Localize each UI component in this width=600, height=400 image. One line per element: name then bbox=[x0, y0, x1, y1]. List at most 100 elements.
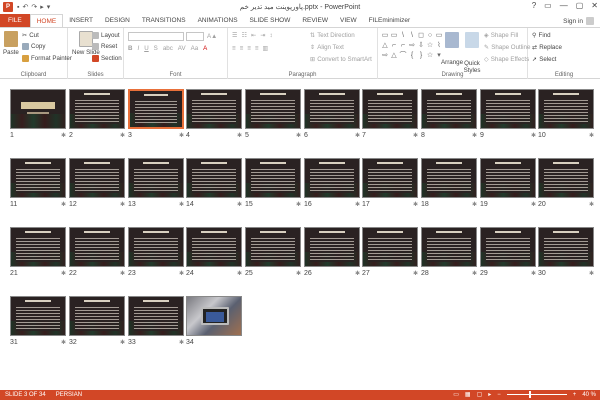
transition-star-icon[interactable]: ✱ bbox=[355, 270, 360, 277]
slide-preview[interactable] bbox=[186, 158, 242, 198]
shape-triangle-icon[interactable]: △ bbox=[381, 41, 389, 50]
transition-star-icon[interactable]: ✱ bbox=[531, 201, 536, 208]
slide-thumbnail[interactable]: 18 ✱ bbox=[421, 158, 477, 210]
replace-button[interactable]: ⇄ Replace bbox=[532, 44, 562, 51]
align-text-button[interactable]: ⇕ Align Text bbox=[310, 44, 344, 51]
shape-oval-icon[interactable]: ○ bbox=[426, 31, 434, 40]
shape-down-arrow-icon[interactable]: ⇩ bbox=[417, 41, 425, 50]
slide-preview[interactable] bbox=[186, 89, 242, 129]
transition-star-icon[interactable]: ✱ bbox=[413, 201, 418, 208]
slide-thumbnail[interactable]: 33 ✱ bbox=[128, 296, 184, 348]
strikethrough-button[interactable]: abc bbox=[163, 45, 173, 52]
shape-star5-icon[interactable]: ☆ bbox=[426, 51, 434, 60]
grow-font-button[interactable]: A▲ bbox=[207, 33, 217, 40]
transition-star-icon[interactable]: ✱ bbox=[237, 201, 242, 208]
minimize-button[interactable]: — bbox=[560, 1, 568, 10]
shape-isosceles-icon[interactable]: △ bbox=[390, 51, 398, 60]
font-size-dropdown[interactable] bbox=[186, 32, 204, 41]
format-painter-button[interactable]: Format Painter bbox=[22, 55, 72, 62]
shape-arc-icon[interactable]: ⌒ bbox=[399, 51, 407, 60]
slide-thumbnail[interactable]: 10 ✱ bbox=[538, 89, 594, 141]
layout-button[interactable]: Layout bbox=[92, 32, 120, 39]
tab-view[interactable]: VIEW bbox=[334, 14, 363, 27]
slide-thumbnail[interactable]: 14 ✱ bbox=[186, 158, 242, 210]
maximize-button[interactable]: ▢ bbox=[576, 1, 584, 10]
slide-preview[interactable] bbox=[245, 158, 301, 198]
shape-curve-icon[interactable]: ⌇ bbox=[435, 41, 443, 50]
align-left-icon[interactable]: ≡ bbox=[232, 45, 236, 52]
transition-star-icon[interactable]: ✱ bbox=[413, 132, 418, 139]
shape-right-brace-icon[interactable]: } bbox=[417, 51, 425, 60]
slide-preview[interactable] bbox=[10, 89, 66, 129]
shape-rounded-rect-icon[interactable]: ▭ bbox=[435, 31, 443, 40]
slide-thumbnail[interactable]: 23 ✱ bbox=[128, 227, 184, 279]
shape-star-icon[interactable]: ☆ bbox=[426, 41, 434, 50]
transition-star-icon[interactable]: ✱ bbox=[120, 270, 125, 277]
tab-design[interactable]: DESIGN bbox=[99, 14, 136, 27]
tab-insert[interactable]: INSERT bbox=[63, 14, 99, 27]
slide-preview[interactable] bbox=[362, 158, 418, 198]
align-center-icon[interactable]: ≡ bbox=[240, 45, 244, 52]
shape-text-box-icon[interactable]: ▭ bbox=[381, 31, 389, 40]
transition-star-icon[interactable]: ✱ bbox=[120, 201, 125, 208]
slide-thumbnail[interactable]: 5 ✱ bbox=[245, 89, 301, 141]
slideshow-view-icon[interactable]: ▸ bbox=[488, 391, 491, 398]
transition-star-icon[interactable]: ✱ bbox=[179, 270, 184, 277]
font-color-button[interactable]: A bbox=[203, 45, 207, 52]
paste-button[interactable]: Paste bbox=[3, 31, 19, 56]
slide-thumbnail[interactable]: 24 ✱ bbox=[186, 227, 242, 279]
transition-star-icon[interactable]: ✱ bbox=[61, 339, 66, 346]
copy-button[interactable]: Copy bbox=[22, 43, 45, 50]
tab-home[interactable]: HOME bbox=[29, 14, 64, 27]
transition-star-icon[interactable]: ✱ bbox=[413, 270, 418, 277]
slide-thumbnail[interactable]: 31 ✱ bbox=[10, 296, 66, 348]
shape-block-arrow-icon[interactable]: ⇨ bbox=[381, 51, 389, 60]
transition-star-icon[interactable]: ✱ bbox=[179, 132, 184, 139]
slide-thumbnail[interactable]: 11 ✱ bbox=[10, 158, 66, 210]
zoom-level[interactable]: 40 % bbox=[582, 392, 596, 398]
shape-line-arrow-icon[interactable]: \ bbox=[408, 31, 416, 40]
slide-preview[interactable] bbox=[362, 227, 418, 267]
close-button[interactable]: ✕ bbox=[591, 1, 598, 10]
slide-preview[interactable] bbox=[480, 89, 536, 129]
transition-star-icon[interactable]: ✱ bbox=[296, 201, 301, 208]
slide-thumbnail[interactable]: 3 ✱ bbox=[128, 89, 184, 141]
slide-preview[interactable] bbox=[10, 227, 66, 267]
slide-preview[interactable] bbox=[421, 89, 477, 129]
increase-indent-icon[interactable]: ⇥ bbox=[260, 32, 265, 39]
slide-thumbnail[interactable]: 6 ✱ bbox=[304, 89, 360, 141]
slide-sorter-icon[interactable]: ▦ bbox=[465, 391, 471, 398]
slide-preview[interactable] bbox=[245, 89, 301, 129]
transition-star-icon[interactable]: ✱ bbox=[589, 201, 594, 208]
shape-line-icon[interactable]: \ bbox=[399, 31, 407, 40]
transition-star-icon[interactable]: ✱ bbox=[237, 270, 242, 277]
transition-star-icon[interactable]: ✱ bbox=[296, 132, 301, 139]
slide-thumbnail[interactable]: 17 ✱ bbox=[362, 158, 418, 210]
slide-thumbnail[interactable]: 27 ✱ bbox=[362, 227, 418, 279]
underline-button[interactable]: U bbox=[144, 45, 148, 52]
transition-star-icon[interactable]: ✱ bbox=[531, 132, 536, 139]
tab-transitions[interactable]: TRANSITIONS bbox=[136, 14, 192, 27]
slide-thumbnail[interactable]: 19 ✱ bbox=[480, 158, 536, 210]
slide-thumbnail[interactable]: 9 ✱ bbox=[480, 89, 536, 141]
slide-preview[interactable] bbox=[480, 158, 536, 198]
slide-thumbnail[interactable]: 30 ✱ bbox=[538, 227, 594, 279]
shadow-button[interactable]: S bbox=[154, 45, 158, 52]
slide-preview[interactable] bbox=[421, 158, 477, 198]
change-case-button[interactable]: Aa bbox=[191, 45, 199, 52]
reading-view-icon[interactable]: ▢ bbox=[477, 391, 483, 398]
shapes-gallery[interactable]: ▭ ▭ \ \ ◻ ○ ▭ △ ⌐ ⌐ ⇨ ⇩ ☆ ⌇ ⇨ △ ⌒ { } ☆ … bbox=[381, 31, 443, 61]
font-name-dropdown[interactable] bbox=[128, 32, 184, 41]
slide-thumbnail[interactable]: 25 ✱ bbox=[245, 227, 301, 279]
find-button[interactable]: ⚲ Find bbox=[532, 32, 551, 39]
transition-star-icon[interactable]: ✱ bbox=[61, 201, 66, 208]
tab-animations[interactable]: ANIMATIONS bbox=[192, 14, 244, 27]
shape-rectangle-icon[interactable]: ◻ bbox=[417, 31, 425, 40]
italic-button[interactable]: I bbox=[137, 45, 139, 52]
slide-preview[interactable] bbox=[538, 227, 594, 267]
transition-star-icon[interactable]: ✱ bbox=[296, 270, 301, 277]
shape-vertical-text-box-icon[interactable]: ▭ bbox=[390, 31, 398, 40]
slide-preview[interactable] bbox=[128, 158, 184, 198]
convert-smartart-button[interactable]: ⊞ Convert to SmartArt bbox=[310, 56, 372, 63]
slide-preview[interactable] bbox=[538, 158, 594, 198]
